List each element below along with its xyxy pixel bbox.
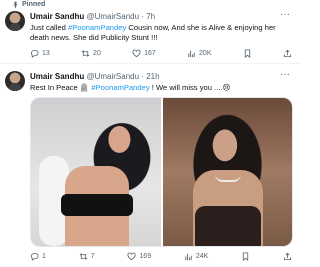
bookmark-icon xyxy=(243,251,249,261)
timestamp[interactable]: 7h xyxy=(146,12,155,21)
tweet-header: Umair Sandhu @UmairSandu · 7h xyxy=(30,12,155,21)
like-button[interactable]: 169 xyxy=(127,252,151,261)
views-button[interactable]: 20K xyxy=(187,49,212,58)
tweet-actions: 1 7 169 24K xyxy=(30,250,292,262)
timestamp[interactable]: 21h xyxy=(146,72,159,81)
photo-1[interactable] xyxy=(31,98,161,246)
heart-icon xyxy=(132,49,141,57)
share-icon xyxy=(283,252,292,260)
author-handle[interactable]: @UmairSandu xyxy=(86,12,139,21)
retweet-count: 7 xyxy=(90,252,95,260)
views-icon xyxy=(188,50,195,57)
share-icon xyxy=(283,49,292,57)
author-name[interactable]: Umair Sandhu xyxy=(30,12,84,21)
reply-count: 1 xyxy=(42,252,46,260)
hashtag-link[interactable]: #PoonamPandey xyxy=(68,23,126,32)
tweet-text: Rest In Peace 🪦 #PoonamPandey ! We will … xyxy=(30,83,292,93)
share-button[interactable] xyxy=(283,252,292,261)
avatar[interactable] xyxy=(5,11,25,31)
tweet-text-start: Just called xyxy=(30,23,68,32)
photo-1-top xyxy=(61,194,133,216)
bookmark-icon xyxy=(244,48,250,58)
retweet-icon xyxy=(81,49,90,57)
author-name[interactable]: Umair Sandhu xyxy=(30,72,84,81)
tweet-media[interactable] xyxy=(30,97,293,247)
views-count: 20K xyxy=(199,49,212,57)
photo-2-top xyxy=(194,206,261,246)
photo-2[interactable] xyxy=(162,98,292,246)
like-count: 167 xyxy=(144,49,156,57)
like-button[interactable]: 167 xyxy=(132,49,156,58)
photo-2-necklace xyxy=(214,174,241,182)
more-options-icon[interactable]: ··· xyxy=(280,69,290,80)
reply-icon xyxy=(30,49,39,58)
share-button[interactable] xyxy=(283,49,292,58)
pinned-indicator: Pinned xyxy=(12,1,45,8)
bookmark-button[interactable] xyxy=(241,251,250,261)
more-options-icon[interactable]: ··· xyxy=(280,9,290,20)
bookmark-button[interactable] xyxy=(243,48,252,58)
reply-icon xyxy=(30,252,39,261)
pin-icon xyxy=(13,1,18,8)
views-button[interactable]: 24K xyxy=(184,252,208,261)
views-count: 24K xyxy=(195,252,209,260)
tweet-text-start: Rest In Peace 🪦 xyxy=(30,83,92,92)
reply-button[interactable]: 1 xyxy=(30,252,46,261)
hashtag-link[interactable]: #PoonamPandey xyxy=(91,83,149,92)
tweet-text-end: ! We will miss you ....😢 xyxy=(149,83,231,92)
avatar[interactable] xyxy=(5,71,25,91)
separator-dot: · xyxy=(141,72,144,81)
reply-count: 13 xyxy=(42,49,50,57)
retweet-button[interactable]: 7 xyxy=(79,252,95,261)
like-count: 169 xyxy=(139,252,152,260)
author-handle[interactable]: @UmairSandu xyxy=(86,72,139,81)
pinned-label: Pinned xyxy=(22,1,46,8)
reply-button[interactable]: 13 xyxy=(30,49,50,58)
separator-dot: · xyxy=(141,12,144,21)
retweet-count: 20 xyxy=(93,49,101,57)
views-icon xyxy=(185,253,192,260)
retweet-button[interactable]: 20 xyxy=(81,49,101,58)
tweet-actions: 13 20 167 20K xyxy=(30,47,292,59)
tweet-header: Umair Sandhu @UmairSandu · 21h xyxy=(30,72,160,81)
tweet-1[interactable]: Pinned Umair Sandhu @UmairSandu · 7h ···… xyxy=(0,0,300,62)
retweet-icon xyxy=(79,252,88,260)
tweet-text: Just called #PoonamPandey Cousin now, An… xyxy=(30,23,292,43)
heart-icon xyxy=(127,252,136,260)
